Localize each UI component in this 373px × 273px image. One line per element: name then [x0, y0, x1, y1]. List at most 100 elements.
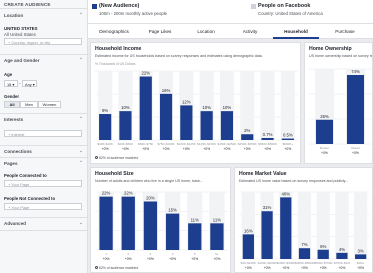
bar — [241, 134, 254, 140]
match-footer: 82% of audience matched — [95, 266, 138, 270]
category-label: 6+ — [215, 252, 219, 256]
bar-value-label: 2% — [244, 128, 250, 133]
home-market-value-card: Home Market Value Estimated US home valu… — [234, 167, 373, 273]
connections-section-header[interactable]: Connections ⌄ — [0, 147, 87, 156]
bar — [280, 197, 292, 259]
match-footer: 82% of audience matched — [95, 156, 138, 160]
bar — [119, 111, 132, 140]
bar — [210, 223, 224, 250]
bar-value-label: 3% — [358, 248, 364, 253]
tab-demographics[interactable]: Demographics — [90, 24, 138, 39]
bar-value-label: 16% — [244, 228, 253, 233]
gender-men-button[interactable]: Men — [20, 101, 38, 108]
bar-value-label: 0.7% — [263, 132, 273, 137]
bar-value-label: 12% — [182, 99, 191, 104]
category-label: $100K-$125K — [177, 142, 197, 146]
divider — [0, 157, 87, 158]
bar-background — [280, 71, 295, 140]
comparison-label: +0% — [122, 147, 129, 151]
category-label: $200K-$300K — [276, 261, 296, 265]
bar-value-label: 9% — [102, 108, 108, 113]
divider — [0, 54, 87, 55]
comparison-label: +0% — [357, 266, 364, 270]
gender-women-button[interactable]: Women — [38, 101, 61, 108]
chevron-up-icon: ⌃ — [79, 57, 83, 62]
bar — [261, 137, 274, 140]
tab-purchase[interactable]: Purchase — [322, 24, 368, 39]
bar-value-label: 7% — [301, 242, 307, 247]
category-label: 4 — [172, 252, 174, 256]
location-input[interactable]: + Country, region, or city — [4, 38, 82, 45]
category-label: $1K-$100K — [241, 261, 257, 265]
bar-value-label: 74% — [351, 69, 360, 74]
audience-header: (New Audience) 100m - 200m monthly activ… — [88, 0, 373, 24]
bar-value-label: 4% — [339, 247, 345, 252]
audience-name[interactable]: (New Audience) — [99, 3, 139, 9]
category-label: $500K+ — [282, 142, 293, 146]
age-to-select[interactable]: Any ▾ — [22, 80, 37, 87]
comparison-label: +0% — [301, 266, 308, 270]
comparison-name: People on Facebook — [258, 3, 311, 9]
audience-size: 100m - 200m monthly active people — [99, 11, 168, 16]
age-to-value: Any — [25, 82, 32, 87]
household-income-chart: 9%$30K-$40K+0%10%$40K-$50K+0%22%$50K-$75… — [95, 71, 298, 151]
connected-to-label: People Connected to — [4, 173, 47, 178]
location-header-label: Location — [4, 13, 24, 18]
age-gender-section-header[interactable]: Age and Gender ⌃ — [0, 56, 87, 65]
interest-input[interactable]: + Interest — [4, 130, 82, 137]
home-market-value-chart: 16%$1K-$100K+0%31%$100K-$200K+0%40%$200K… — [239, 191, 370, 270]
tab-activity[interactable]: Activity — [230, 24, 270, 39]
bar — [180, 105, 193, 140]
comparison-label: +0% — [103, 257, 110, 261]
category-label: Renter — [320, 146, 329, 150]
gender-all-button[interactable]: All — [4, 101, 20, 108]
bar-value-label: 10% — [223, 105, 232, 110]
category-label: $750K-$1M — [334, 261, 350, 265]
bar-value-label: 22% — [141, 71, 150, 76]
bar-value-label: 26% — [320, 114, 329, 119]
bar — [220, 111, 234, 140]
home-ownership-chart: 26%Renter+0%74%Owner+0% — [309, 68, 371, 155]
comparison-label: +0% — [320, 266, 327, 270]
interests-section-header[interactable]: Interests ⌃ — [0, 115, 87, 124]
location-section-header[interactable]: Location ⌃ — [0, 11, 87, 20]
match-text: 82% of audience matched — [99, 266, 139, 270]
category-label: $300K-$500K — [295, 261, 315, 265]
bar-value-label: 10% — [202, 105, 211, 110]
tab-household[interactable]: Household — [273, 24, 319, 39]
bar-value-label: 0.5% — [283, 133, 293, 138]
sidebar: CREATE AUDIENCE Location ⌃ UNITED STATES… — [0, 0, 88, 273]
bar — [99, 114, 112, 140]
tab-location[interactable]: Location — [184, 24, 228, 39]
bar — [139, 76, 152, 140]
comparison-label: +0% — [125, 257, 132, 261]
advanced-section-header[interactable]: Advanced ⌄ — [0, 219, 87, 228]
bar — [355, 254, 367, 259]
divider — [0, 217, 87, 218]
connected-page-input[interactable]: + Your Page — [4, 180, 82, 187]
location-country: UNITED STATES — [4, 26, 38, 31]
comparison-label: +0% — [224, 147, 231, 151]
divider — [0, 230, 87, 231]
category-label: 5 — [194, 252, 196, 256]
age-from-select[interactable]: 18 ▾ — [4, 80, 18, 87]
comparison-label: +0% — [213, 257, 220, 261]
household-size-card: Household Size Number of adults and chil… — [90, 167, 231, 273]
gender-label: Gender — [4, 94, 20, 99]
comparison-label: +0% — [142, 147, 149, 151]
comparison-label: +0% — [203, 147, 210, 151]
bar — [99, 196, 113, 250]
not-connected-page-input[interactable]: + Your Page — [4, 203, 82, 210]
tab-page-likes[interactable]: Page Likes — [138, 24, 182, 39]
audience-color-swatch — [92, 4, 97, 9]
pages-header-label: Pages — [4, 161, 18, 166]
comparison-label: +0% — [321, 151, 328, 155]
comparison-label: +0% — [244, 147, 251, 151]
advanced-header-label: Advanced — [4, 221, 26, 226]
category-label: 2 — [127, 252, 129, 256]
pages-section-header[interactable]: Pages ⌃ — [0, 159, 87, 168]
comparison-label: +0% — [191, 257, 198, 261]
category-label: 3 — [150, 252, 152, 256]
category-label: $100K-$200K — [258, 261, 278, 265]
bar — [188, 223, 202, 250]
